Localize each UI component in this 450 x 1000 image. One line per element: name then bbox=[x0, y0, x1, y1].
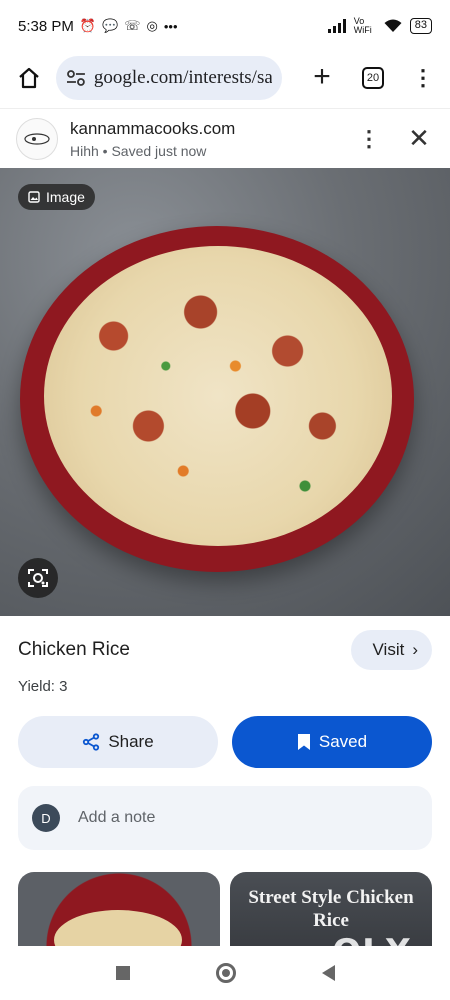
rice-illustration bbox=[44, 246, 392, 546]
wifi-icon bbox=[384, 19, 402, 32]
home-icon bbox=[19, 67, 39, 89]
recipe-image[interactable]: Image bbox=[0, 168, 450, 616]
related-card-2-text: Street Style Chicken Rice bbox=[248, 887, 414, 931]
share-icon bbox=[83, 733, 100, 751]
add-note-field[interactable]: D Add a note bbox=[18, 786, 432, 850]
saved-button[interactable]: Saved bbox=[232, 716, 432, 768]
home-nav-button[interactable] bbox=[215, 963, 236, 983]
image-icon bbox=[28, 191, 40, 203]
more-options-button[interactable]: ⋮ bbox=[354, 127, 384, 149]
site-name[interactable]: kannammacooks.com bbox=[70, 119, 235, 139]
site-logo-icon bbox=[24, 132, 50, 145]
url-text[interactable]: google.com/interests/sa bbox=[94, 67, 272, 89]
more-dots-icon: ••• bbox=[163, 18, 178, 34]
bookmark-icon bbox=[297, 734, 310, 750]
recipe-title: Chicken Rice bbox=[18, 639, 130, 660]
saved-label: Saved bbox=[318, 732, 368, 751]
browser-toolbar: google.com/interests/sa + 20 ⋮ bbox=[0, 52, 450, 104]
back-button[interactable] bbox=[321, 965, 335, 981]
tab-switcher-button[interactable]: 20 bbox=[362, 67, 384, 89]
browser-menu-button[interactable]: ⋮ bbox=[412, 67, 434, 89]
status-bar: 5:38 PM ⏰ 💬 ☏ ◎ ••• Vo WiFi 83 bbox=[0, 0, 450, 52]
saved-item-header: kannammacooks.com Hihh • Saved just now … bbox=[0, 108, 450, 168]
whatsapp-icon: ◎ bbox=[146, 18, 158, 33]
site-logo bbox=[16, 117, 58, 160]
chevron-right-icon: › bbox=[412, 640, 418, 659]
visit-button[interactable]: Visit › bbox=[350, 630, 432, 670]
volte-wifi-label: Vo WiFi bbox=[353, 16, 372, 35]
recipe-title-row: Chicken Rice Visit › bbox=[0, 626, 450, 674]
system-nav-bar bbox=[0, 946, 450, 1000]
site-settings-icon[interactable] bbox=[66, 69, 86, 87]
note-placeholder: Add a note bbox=[78, 809, 156, 826]
google-lens-button[interactable] bbox=[18, 558, 58, 598]
phone-missed-icon: ☏ bbox=[124, 18, 141, 33]
home-button[interactable] bbox=[12, 61, 46, 95]
image-chip-label: Image bbox=[46, 189, 85, 205]
share-button[interactable]: Share bbox=[18, 716, 218, 768]
new-tab-button[interactable]: + bbox=[304, 60, 340, 96]
close-button[interactable]: ✕ bbox=[404, 123, 434, 154]
signal-icon bbox=[327, 19, 346, 33]
lens-icon bbox=[28, 569, 48, 587]
address-bar[interactable]: google.com/interests/sa bbox=[56, 56, 282, 100]
action-buttons: Share Saved bbox=[18, 716, 432, 768]
avatar: D bbox=[32, 804, 60, 832]
bowl-illustration bbox=[20, 226, 414, 572]
saved-subtitle: Hihh • Saved just now bbox=[70, 142, 207, 159]
related-card-1[interactable] bbox=[18, 872, 220, 946]
alarm-icon: ⏰ bbox=[79, 18, 97, 33]
status-time: 5:38 PM bbox=[18, 17, 74, 35]
recipe-yield: Yield: 3 bbox=[18, 678, 68, 695]
visit-label: Visit bbox=[372, 640, 405, 659]
battery-indicator: 83 bbox=[409, 18, 432, 34]
related-card-1-image bbox=[54, 910, 182, 946]
share-label: Share bbox=[108, 732, 154, 751]
image-chip: Image bbox=[18, 184, 95, 210]
chat-bubble-icon: 💬 bbox=[102, 18, 119, 33]
recents-button[interactable] bbox=[115, 966, 130, 980]
